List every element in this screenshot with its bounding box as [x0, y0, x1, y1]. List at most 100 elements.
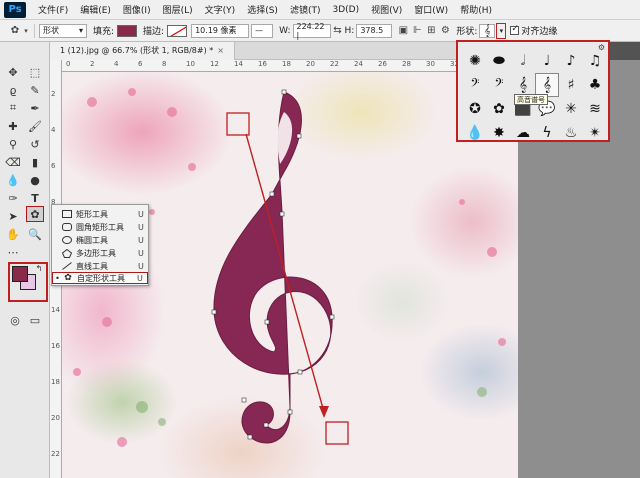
align-edges-checkbox[interactable]	[510, 24, 520, 35]
flyout-line-tool[interactable]: 直线工具 U	[52, 260, 148, 272]
document-tab[interactable]: 1 (12).jpg @ 66.7% (形状 1, RGB/8#) * ×	[50, 41, 235, 60]
flyout-rectangle-tool[interactable]: 矩形工具 U	[52, 208, 148, 220]
shape-option[interactable]: 𝄞	[535, 73, 559, 97]
flyout-item-shortcut: U	[137, 273, 143, 283]
shape-option[interactable]: 𝄢	[464, 74, 486, 96]
menu-file[interactable]: 文件(F)	[32, 3, 74, 16]
chevron-down-icon[interactable]: ▾	[22, 24, 30, 38]
stroke-type-select[interactable]: —	[251, 23, 274, 38]
ruler-horizontal: 024681012141618202224262830323436	[62, 60, 518, 72]
custom-shape-tool[interactable]: ✿	[26, 206, 44, 222]
quick-mask-icon[interactable]: ◎	[6, 312, 24, 328]
fill-swatch[interactable]	[117, 24, 138, 37]
path-alignment-icon[interactable]: ⊩	[410, 24, 424, 38]
eraser-tool[interactable]: ⌫	[4, 154, 22, 170]
history-brush-tool[interactable]: ↺	[26, 136, 44, 152]
flyout-polygon-tool[interactable]: 多边形工具 U	[52, 247, 148, 259]
swap-colors-icon[interactable]: ↰	[30, 260, 48, 276]
shape-option[interactable]: 𝄞	[512, 74, 534, 96]
menu-help[interactable]: 帮助(H)	[454, 3, 498, 16]
tool-mode-select[interactable]: 形状 ▾	[39, 23, 87, 38]
ruler-tick-label: 18	[282, 60, 291, 68]
hand-tool[interactable]: ✋	[4, 226, 22, 242]
flyout-rounded-rectangle-tool[interactable]: 圆角矩形工具 U	[52, 221, 148, 233]
shape-option[interactable]: ✳	[560, 98, 582, 120]
ruler-tick-label: 12	[210, 60, 219, 68]
quick-select-tool[interactable]: ✎	[26, 82, 44, 98]
edit-toolbar-icon[interactable]: ⋯	[4, 244, 22, 260]
ruler-tick-label: 6	[51, 162, 56, 170]
gradient-tool[interactable]: ▮	[26, 154, 44, 170]
shape-option[interactable]: ✴	[584, 122, 606, 144]
stroke-swatch[interactable]	[167, 24, 188, 37]
menu-view[interactable]: 视图(V)	[365, 3, 408, 16]
close-icon[interactable]: ×	[217, 46, 224, 55]
ruler-tick-label: 20	[51, 414, 60, 422]
shape-option[interactable]: ≋	[584, 98, 606, 120]
drag-start-marker	[226, 112, 250, 136]
photoshop-logo: Ps	[4, 1, 26, 18]
flyout-item-shortcut: U	[138, 261, 144, 271]
width-field[interactable]: 224.22 |	[292, 22, 331, 40]
dodge-tool[interactable]: ●	[26, 172, 44, 188]
path-arrangement-icon[interactable]: ⊞	[424, 24, 438, 38]
shape-option[interactable]: ✺	[464, 50, 486, 72]
ruler-tick-label: 22	[330, 60, 339, 68]
drag-end-marker	[325, 421, 349, 445]
flyout-ellipse-tool[interactable]: 椭圆工具 U	[52, 234, 148, 246]
crop-tool[interactable]: ⌗	[4, 100, 22, 116]
shape-option[interactable]: ✪	[464, 98, 486, 120]
shape-dropdown-button[interactable]: ▾	[496, 22, 507, 39]
shape-option[interactable]: ♯	[560, 74, 582, 96]
shape-preview[interactable]: 𝄞	[479, 23, 496, 38]
menu-filter[interactable]: 滤镜(T)	[284, 3, 327, 16]
shape-option[interactable]: ♨	[560, 122, 582, 144]
menu-edit[interactable]: 编辑(E)	[74, 3, 117, 16]
brush-tool[interactable]: 🖌	[26, 118, 44, 134]
shape-option[interactable]: ♫	[584, 50, 606, 72]
move-tool[interactable]: ✥	[4, 64, 22, 80]
shape-option[interactable]: 💧	[464, 122, 486, 144]
clone-stamp-tool[interactable]: ⚲	[4, 136, 22, 152]
lasso-tool[interactable]: ϱ	[4, 82, 22, 98]
zoom-tool[interactable]: 🔍	[26, 226, 44, 242]
shape-option[interactable]: ϟ	[536, 122, 558, 144]
blur-tool[interactable]: 💧	[4, 172, 22, 188]
shape-option[interactable]: 𝅗𝅥	[512, 50, 534, 72]
path-selection-tool[interactable]: ➤	[4, 208, 22, 224]
healing-brush-tool[interactable]: ✚	[4, 118, 22, 134]
rounded-rectangle-icon	[61, 223, 73, 232]
eyedropper-tool[interactable]: ✒	[26, 100, 44, 116]
shape-option[interactable]: ♪	[560, 50, 582, 72]
chevron-down-icon: —	[255, 26, 264, 35]
marquee-tool[interactable]: ⬚	[26, 64, 44, 80]
menu-layer[interactable]: 图层(L)	[157, 3, 199, 16]
shape-option[interactable]: ♩	[536, 50, 558, 72]
ruler-tick-label: 4	[51, 126, 56, 134]
shape-option[interactable]: ⬬	[488, 50, 510, 72]
treble-clef-shape[interactable]	[213, 91, 333, 444]
foreground-color[interactable]	[12, 266, 28, 282]
menu-type[interactable]: 文字(Y)	[199, 3, 242, 16]
shape-option[interactable]: ♣	[584, 74, 606, 96]
height-field[interactable]: 378.5	[356, 23, 393, 38]
menu-bar: Ps 文件(F) 编辑(E) 图像(I) 图层(L) 文字(Y) 选择(S) 滤…	[0, 0, 640, 20]
ruler-tick-label: 16	[51, 342, 60, 350]
shape-option[interactable]: ☁	[512, 122, 534, 144]
menu-3d[interactable]: 3D(D)	[326, 5, 365, 15]
screen-mode-icon[interactable]: ▭	[26, 312, 44, 328]
link-icon[interactable]: ⇆	[331, 24, 345, 38]
shape-option[interactable]: 𝄢	[488, 74, 510, 96]
menu-image[interactable]: 图像(I)	[117, 3, 157, 16]
type-tool[interactable]: T	[26, 190, 44, 206]
path-operations-icon[interactable]: ▣	[396, 24, 410, 38]
flyout-custom-shape-tool[interactable]: • ✿ 自定形状工具 U	[52, 272, 148, 284]
stroke-width-field[interactable]: 10.19 像素	[191, 23, 250, 38]
gear-icon[interactable]: ⚙	[438, 24, 452, 38]
menu-window[interactable]: 窗口(W)	[408, 3, 454, 16]
shape-option[interactable]: ✸	[488, 122, 510, 144]
menu-select[interactable]: 选择(S)	[241, 3, 284, 16]
pen-tool[interactable]: ✑	[4, 190, 22, 206]
shape-option[interactable]: ✿	[488, 98, 510, 120]
custom-shape-tool-icon[interactable]: ✿	[8, 24, 22, 38]
